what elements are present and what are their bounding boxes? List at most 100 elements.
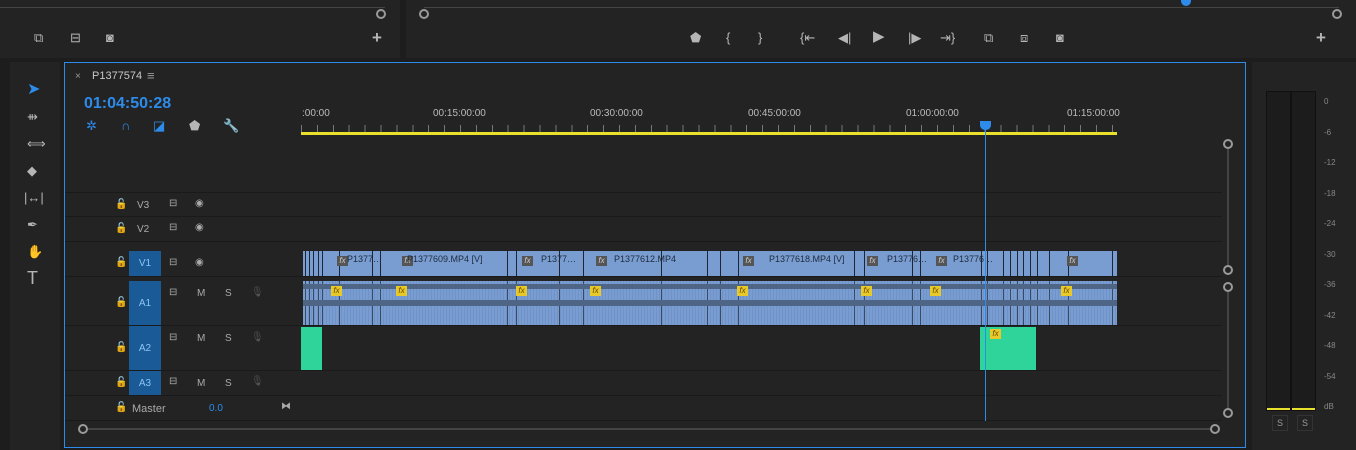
clip-edge[interactable] [854, 251, 855, 276]
add-button-icon[interactable]: + [372, 29, 382, 46]
fx-badge[interactable]: fx [516, 286, 527, 296]
step-forward-icon[interactable]: |▶ [908, 30, 921, 46]
source-zoom-handle[interactable] [376, 9, 386, 19]
mic-icon[interactable]: 🎙 [251, 376, 264, 387]
razor-tool-icon[interactable]: ◆ [27, 163, 37, 179]
a2-source-patch[interactable]: A2 [129, 326, 161, 370]
fx-badge[interactable]: fx [737, 286, 748, 296]
linked-selection-icon[interactable]: ◪ [153, 118, 165, 134]
audio-vscrollbar[interactable] [1227, 292, 1229, 408]
clip-edge[interactable] [318, 251, 319, 276]
program-scrub-bar[interactable] [424, 0, 1339, 8]
mark-in-icon[interactable]: { [726, 30, 730, 46]
close-tab-icon[interactable]: × [75, 71, 81, 82]
sequence-tab[interactable]: P1377574 [92, 70, 142, 82]
clip-edge[interactable] [864, 251, 865, 276]
clip-edge[interactable] [1037, 251, 1038, 276]
nest-icon[interactable]: ✲ [86, 118, 97, 134]
work-area-bar[interactable] [301, 132, 1117, 135]
lock-icon[interactable]: 🔓 [115, 223, 127, 234]
collapse-icon[interactable]: ⧓ [281, 401, 291, 412]
settings-wrench-icon[interactable]: 🔧 [223, 118, 239, 134]
fx-badge[interactable]: fx [990, 329, 1001, 339]
sync-icon[interactable]: ⊟ [169, 376, 177, 387]
video-scroll-bottom[interactable] [1223, 265, 1233, 275]
clip-edge[interactable] [309, 251, 310, 276]
video-vscrollbar[interactable] [1227, 149, 1229, 265]
export-frame-icon[interactable]: ◙ [106, 30, 114, 46]
fx-badge[interactable]: fx [522, 256, 533, 266]
lock-icon[interactable]: 🔓 [115, 199, 127, 210]
fx-badge[interactable]: fx [743, 256, 754, 266]
panel-menu-icon[interactable]: ≡ [147, 68, 155, 83]
master-volume[interactable]: 0.0 [209, 403, 223, 414]
sync-icon[interactable]: ⊟ [169, 222, 177, 233]
fx-badge[interactable]: fx [1067, 256, 1078, 266]
lock-icon[interactable]: 🔓 [115, 257, 127, 268]
pen-tool-icon[interactable]: ✒ [27, 217, 38, 233]
solo-button[interactable]: S [225, 288, 232, 299]
clip-edge[interactable] [720, 251, 721, 276]
track-select-tool-icon[interactable]: ⇻ [27, 109, 38, 125]
program-zoom-handle-right[interactable] [1332, 9, 1342, 19]
add-marker-icon[interactable]: ⬟ [189, 118, 200, 134]
mic-icon[interactable]: 🎙 [251, 332, 264, 343]
playhead-timecode[interactable]: 01:04:50:28 [84, 95, 171, 113]
clip-edge[interactable] [1003, 251, 1004, 276]
eye-icon[interactable]: ◉ [195, 198, 204, 209]
clip-edge[interactable] [1017, 251, 1018, 276]
snap-magnet-icon[interactable]: ∩ [121, 118, 130, 134]
fx-badge[interactable]: fx [1061, 286, 1072, 296]
clip-edge[interactable] [1023, 251, 1024, 276]
clip-edge[interactable] [313, 251, 314, 276]
clip-edge[interactable] [738, 251, 739, 276]
mute-button[interactable]: M [197, 378, 205, 389]
lift-icon[interactable]: ⧉ [984, 30, 993, 46]
fx-badge[interactable]: fx [867, 256, 878, 266]
fx-badge[interactable]: fx [590, 286, 601, 296]
a2-clip[interactable]: fx [980, 327, 1036, 370]
clip-edge[interactable] [507, 251, 508, 276]
hscroll-left[interactable] [78, 424, 88, 434]
solo-button[interactable]: S [225, 378, 232, 389]
video-scroll-top[interactable] [1223, 139, 1233, 149]
overwrite-icon[interactable]: ⊟ [70, 30, 81, 46]
go-to-out-icon[interactable]: ⇥} [940, 30, 955, 46]
a1-clip-track[interactable]: fx fx fx fx fx fx fx fx [303, 281, 1117, 325]
time-ruler[interactable]: :00:00 00:15:00:00 00:30:00:00 00:45:00:… [301, 103, 1121, 135]
a3-source-patch[interactable]: A3 [129, 371, 161, 395]
selection-tool-icon[interactable]: ➤ [27, 82, 40, 98]
sync-icon[interactable]: ⊟ [169, 257, 177, 268]
fx-badge[interactable]: fx [596, 256, 607, 266]
add-button-icon[interactable]: + [1316, 29, 1326, 46]
a2-clip[interactable] [301, 327, 322, 370]
clip-edge[interactable] [516, 251, 517, 276]
clip-edge[interactable] [322, 251, 323, 276]
play-icon[interactable]: ▶ [873, 29, 885, 45]
fx-badge[interactable]: fx [396, 286, 407, 296]
fx-badge[interactable]: fx [930, 286, 941, 296]
v1-clip-track[interactable]: fx P1377… fx P1377609.MP4 [V] fx P1377… fx P137… [303, 251, 1117, 276]
lock-icon[interactable]: 🔓 [115, 377, 127, 388]
clip-edge[interactable] [707, 251, 708, 276]
mic-icon[interactable]: 🎙 [251, 287, 264, 298]
program-zoom-handle-left[interactable] [419, 9, 429, 19]
clip-edge[interactable] [1010, 251, 1011, 276]
playhead-handle[interactable] [980, 121, 991, 130]
insert-icon[interactable]: ⧉ [34, 30, 43, 46]
marker-icon[interactable]: ⬟ [690, 30, 701, 46]
step-back-icon[interactable]: ◀| [838, 30, 851, 46]
lock-icon[interactable]: 🔓 [115, 402, 127, 413]
ripple-edit-tool-icon[interactable]: ⟺ [27, 136, 46, 152]
mark-out-icon[interactable]: } [758, 30, 762, 46]
sync-icon[interactable]: ⊟ [169, 332, 177, 343]
a1-source-patch[interactable]: A1 [129, 281, 161, 325]
fx-badge[interactable]: fx [861, 286, 872, 296]
v1-source-patch[interactable]: V1 [129, 251, 161, 276]
eye-icon[interactable]: ◉ [195, 222, 204, 233]
audio-scroll-bottom[interactable] [1223, 408, 1233, 418]
solo-button[interactable]: S [225, 333, 232, 344]
fx-badge[interactable]: fx [331, 286, 342, 296]
clip-edge[interactable] [305, 251, 306, 276]
hand-tool-icon[interactable]: ✋ [27, 244, 43, 260]
